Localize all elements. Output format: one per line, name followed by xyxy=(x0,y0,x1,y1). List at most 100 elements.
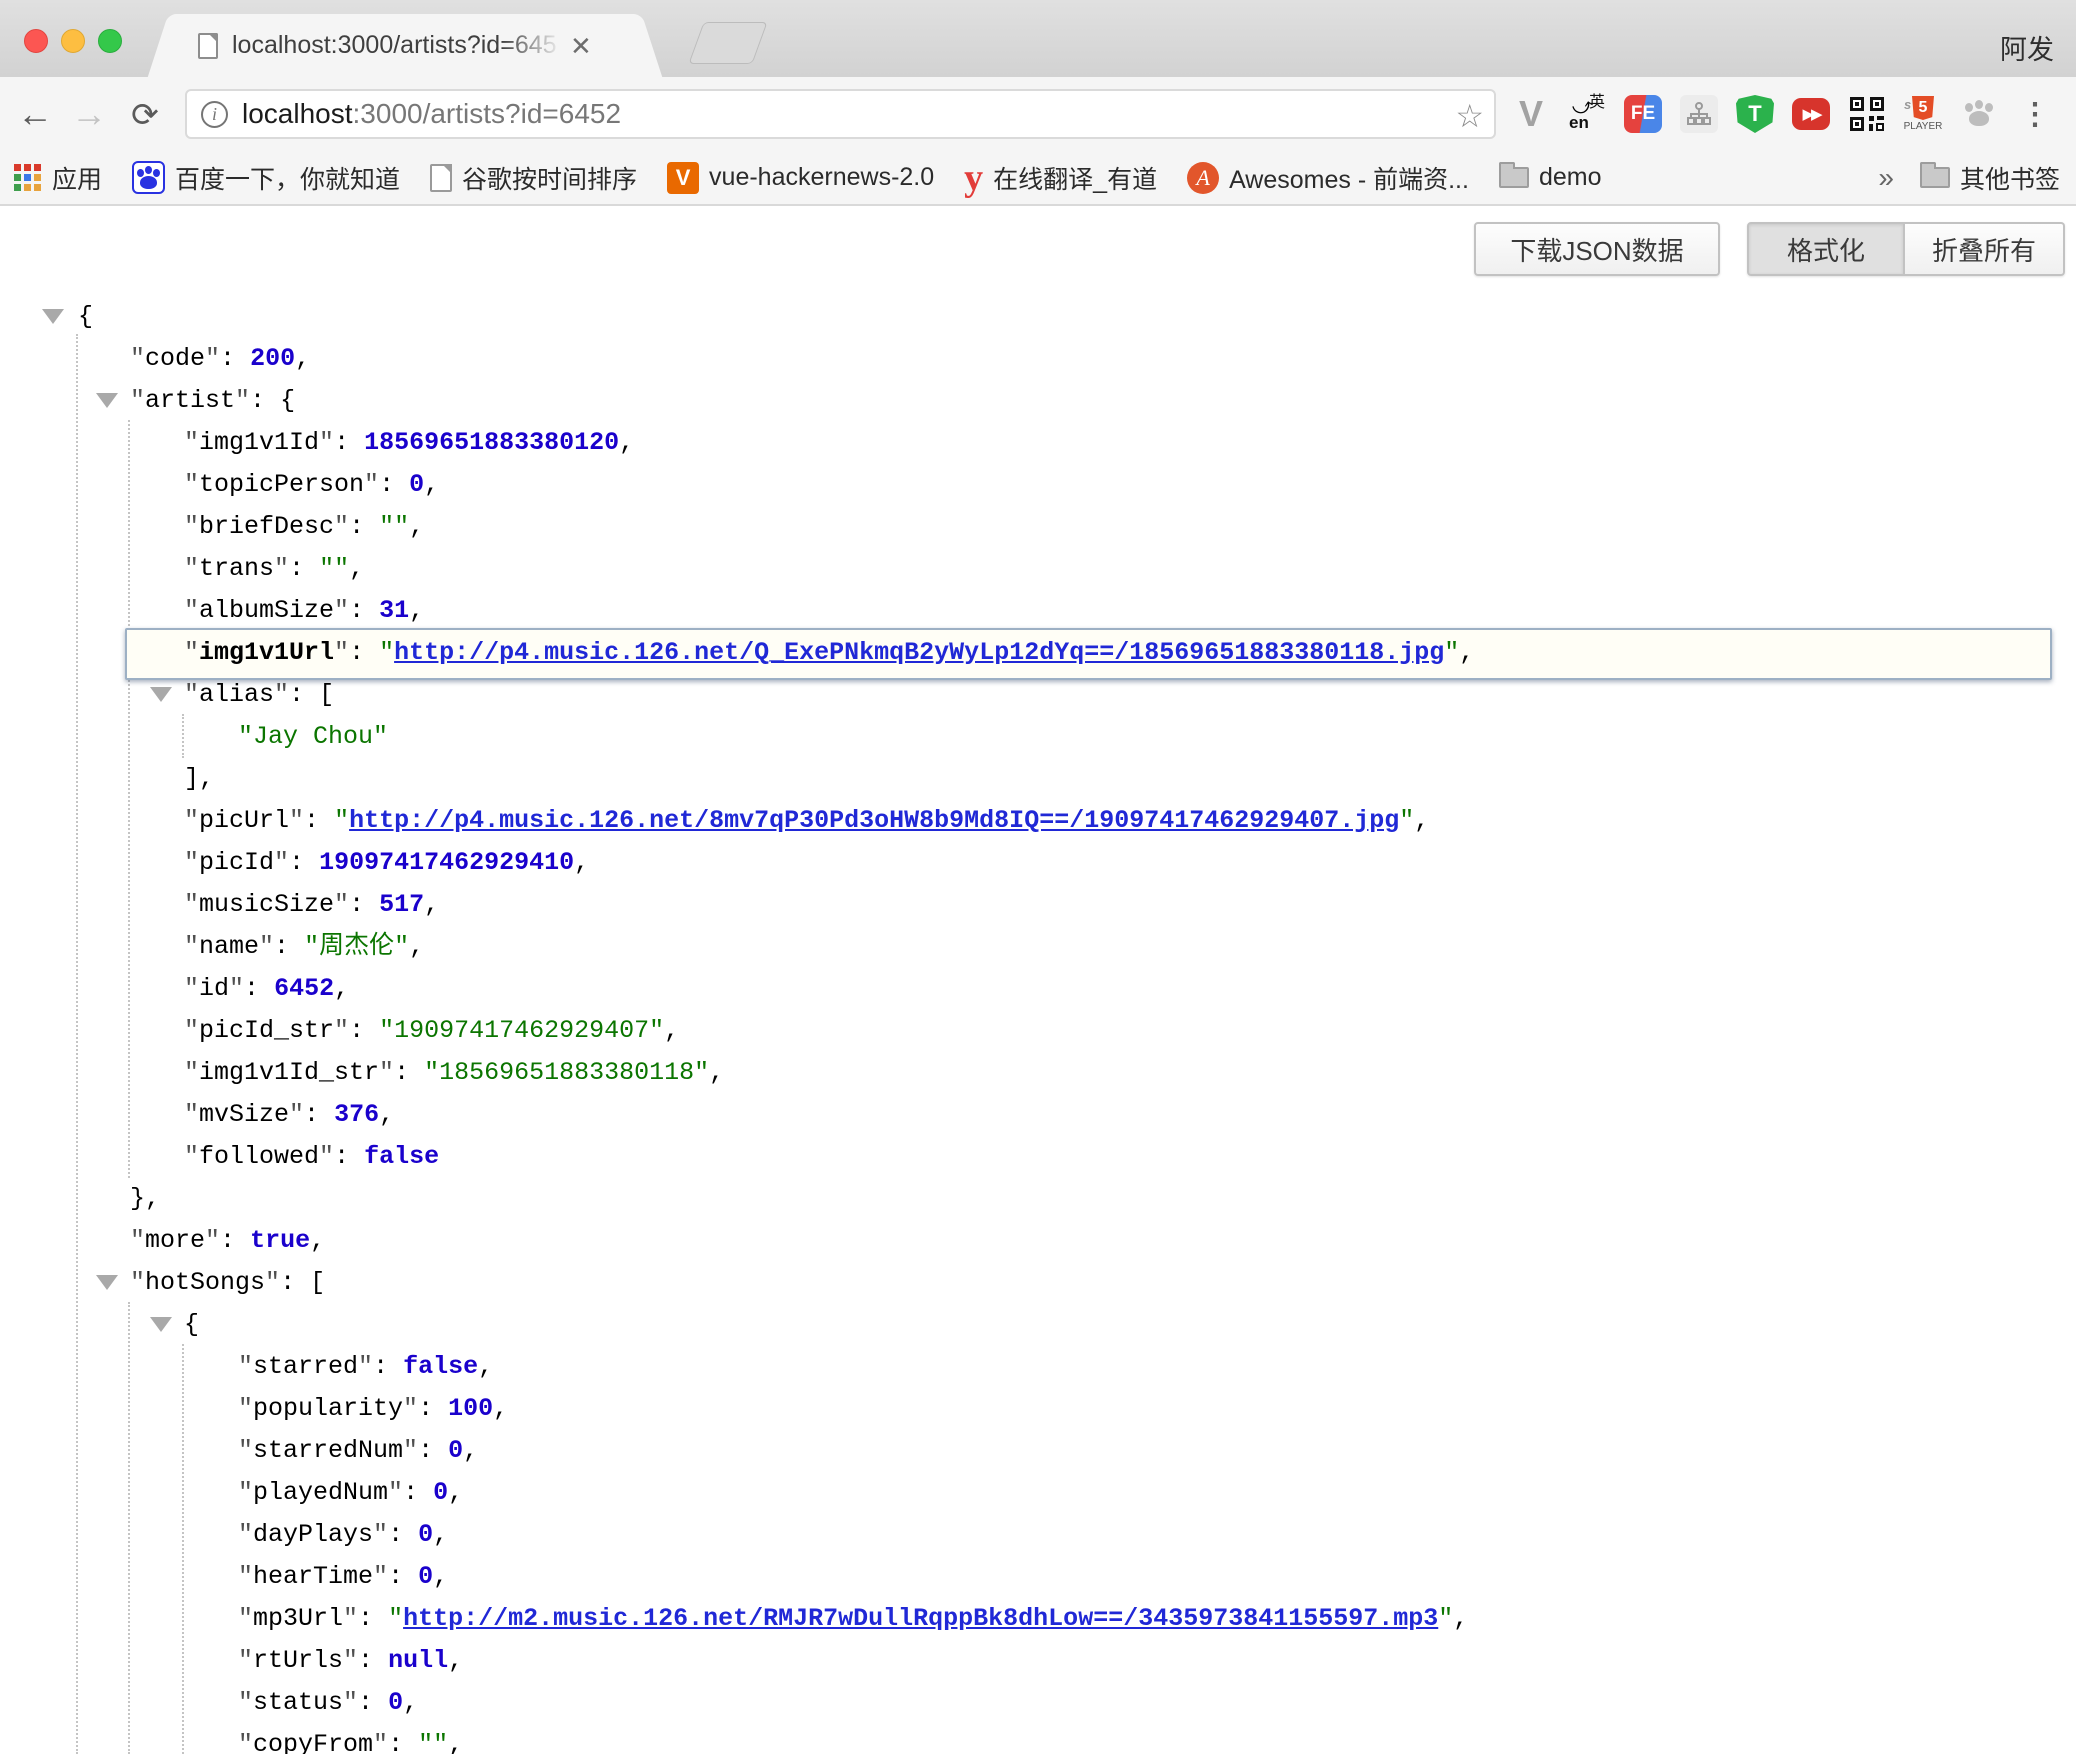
browser-tab[interactable]: localhost:3000/artists?id=645 ✕ xyxy=(180,14,630,77)
collapse-toggle[interactable] xyxy=(150,1317,172,1332)
bookmarks-bar: 应用百度一下，你就知道谷歌按时间排序 Vvue-hackernews-2.0 y在线… xyxy=(0,151,2076,206)
tab-strip: localhost:3000/artists?id=645 ✕ 阿发 xyxy=(0,0,2076,77)
profile-name[interactable]: 阿发 xyxy=(2000,28,2054,67)
json-link-url[interactable]: http://m2.music.126.net/RMJR7wDullRqppBk… xyxy=(403,1604,1438,1633)
json-key: rtUrls xyxy=(253,1646,343,1675)
view-mode-toggle: 格式化 折叠所有 xyxy=(1747,222,2065,276)
json-line: "trans": "", xyxy=(0,548,2076,590)
json-string: "周杰伦" xyxy=(304,932,409,961)
json-line: "Jay Chou" xyxy=(0,716,2076,758)
json-line: "topicPerson": 0, xyxy=(0,464,2076,506)
json-link-url[interactable]: http://p4.music.126.net/Q_ExePNkmqB2yWyL… xyxy=(394,638,1444,667)
youdao-translate-icon[interactable]: ⤻英en xyxy=(1568,95,1606,133)
bookmark-item[interactable]: demo xyxy=(1499,163,1602,192)
other-bookmarks-label: 其他书签 xyxy=(1960,160,2060,196)
tab-close-icon[interactable]: ✕ xyxy=(570,33,592,59)
bookmarks-overflow-chevron[interactable]: » xyxy=(1878,162,1894,194)
download-json-button[interactable]: 下载JSON数据 xyxy=(1474,222,1720,276)
json-line: "id": 6452, xyxy=(0,968,2076,1010)
bookmark-item[interactable]: AAwesomes - 前端资... xyxy=(1187,160,1469,196)
video-speed-icon[interactable]: ▶▶ xyxy=(1792,98,1830,130)
json-key: starredNum xyxy=(253,1436,403,1465)
json-string: "" xyxy=(418,1730,448,1754)
collapse-toggle[interactable] xyxy=(42,309,64,324)
h5-s-glyph: s xyxy=(1904,97,1911,112)
json-value: false xyxy=(403,1352,478,1381)
json-key: picUrl xyxy=(199,806,289,835)
json-line: "rtUrls": null, xyxy=(0,1640,2076,1682)
json-key: alias xyxy=(199,680,274,709)
sitemap-icon[interactable] xyxy=(1680,95,1718,133)
json-key: musicSize xyxy=(199,890,334,919)
bookmark-star-icon[interactable]: ☆ xyxy=(1455,97,1484,135)
bookmark-item[interactable]: 应用 xyxy=(14,160,102,196)
close-window-button[interactable] xyxy=(24,29,48,53)
info-icon[interactable]: i xyxy=(201,101,228,128)
json-key: topicPerson xyxy=(199,470,364,499)
json-key: mp3Url xyxy=(253,1604,343,1633)
collapse-toggle[interactable] xyxy=(150,687,172,702)
new-tab-button[interactable] xyxy=(688,22,767,64)
json-line: "hotSongs": [ xyxy=(0,1262,2076,1304)
json-value: null xyxy=(388,1646,448,1675)
collapse-toggle[interactable] xyxy=(96,393,118,408)
reload-button[interactable]: ⟳ xyxy=(122,89,168,139)
json-link-url[interactable]: http://p4.music.126.net/8mv7qP30Pd3oHW8b… xyxy=(349,806,1399,835)
json-value: 18569651883380120 xyxy=(364,428,619,457)
json-string: "" xyxy=(379,512,409,541)
minimize-window-button[interactable] xyxy=(61,29,85,53)
json-line: "mvSize": 376, xyxy=(0,1094,2076,1136)
collapse-all-button[interactable]: 折叠所有 xyxy=(1905,222,2065,276)
extensions-row: V ⤻英en FE T ▶▶ s5PLAYER ⋮ xyxy=(1512,87,2054,141)
address-bar[interactable]: i localhost:3000/artists?id=6452 ☆ xyxy=(185,89,1496,139)
json-line: }, xyxy=(0,1178,2076,1220)
json-line: "starredNum": 0, xyxy=(0,1430,2076,1472)
other-bookmarks-folder[interactable]: 其他书签 xyxy=(1920,160,2060,196)
bookmark-item[interactable]: 百度一下，你就知道 xyxy=(132,160,400,196)
json-line: "playedNum": 0, xyxy=(0,1472,2076,1514)
json-key: name xyxy=(199,932,259,961)
youdao-icon: y xyxy=(964,164,983,192)
json-line: "copyFrom": "", xyxy=(0,1724,2076,1754)
json-value: 0 xyxy=(418,1520,433,1549)
fe-icon[interactable]: FE xyxy=(1624,95,1662,133)
json-line: "starred": false, xyxy=(0,1346,2076,1388)
json-value: 19097417462929410 xyxy=(319,848,574,877)
browser-menu-icon[interactable]: ⋮ xyxy=(2016,95,2054,133)
json-value: 200 xyxy=(250,344,295,373)
bookmark-label: vue-hackernews-2.0 xyxy=(709,163,934,192)
json-line: "picId": 19097417462929410, xyxy=(0,842,2076,884)
json-key: followed xyxy=(199,1142,319,1171)
h5-player-icon[interactable]: s5PLAYER xyxy=(1904,95,1942,133)
json-key: picId_str xyxy=(199,1016,334,1045)
bookmark-item[interactable]: Vvue-hackernews-2.0 xyxy=(667,162,934,194)
json-value: 0 xyxy=(418,1562,433,1591)
qr-code-icon[interactable] xyxy=(1848,95,1886,133)
h5-player-label: PLAYER xyxy=(1904,121,1943,132)
tampermonkey-icon[interactable]: T xyxy=(1736,95,1774,133)
json-key: mvSize xyxy=(199,1100,289,1129)
bookmark-label: 应用 xyxy=(52,160,102,196)
json-key: more xyxy=(145,1226,205,1255)
bookmark-label: Awesomes - 前端资... xyxy=(1229,160,1469,196)
json-line: "code": 200, xyxy=(0,338,2076,380)
baidu-paw-icon xyxy=(132,161,165,194)
json-key: briefDesc xyxy=(199,512,334,541)
collapse-toggle[interactable] xyxy=(96,1275,118,1290)
json-key: id xyxy=(199,974,229,1003)
paw-icon[interactable] xyxy=(1960,95,1998,133)
bookmark-item[interactable]: 谷歌按时间排序 xyxy=(430,160,637,196)
json-string: "18569651883380118" xyxy=(424,1058,709,1087)
json-value: 0 xyxy=(388,1688,403,1717)
json-key: code xyxy=(145,344,205,373)
json-key: status xyxy=(253,1688,343,1717)
url-path: :3000/artists?id=6452 xyxy=(353,98,622,129)
json-value: 31 xyxy=(379,596,409,625)
bookmark-item[interactable]: y在线翻译_有道 xyxy=(964,160,1157,196)
apps-grid-icon xyxy=(14,164,42,192)
format-button[interactable]: 格式化 xyxy=(1747,222,1905,276)
vue-devtools-icon[interactable]: V xyxy=(1512,95,1550,133)
back-button[interactable]: ← xyxy=(12,89,58,139)
bookmark-label: demo xyxy=(1539,163,1602,192)
zoom-window-button[interactable] xyxy=(98,29,122,53)
